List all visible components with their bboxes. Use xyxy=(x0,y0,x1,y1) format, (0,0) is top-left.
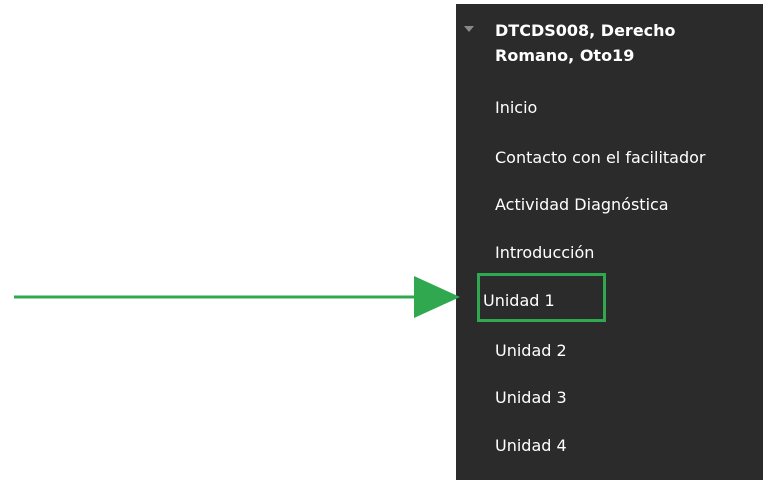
menu-item-inicio[interactable]: Inicio xyxy=(495,95,537,121)
course-menu: DTCDS008, Derecho Romano, Oto19 Inicio C… xyxy=(456,4,763,480)
arrow-head-icon xyxy=(414,276,460,318)
course-title[interactable]: DTCDS008, Derecho Romano, Oto19 xyxy=(495,18,745,68)
menu-item-contacto[interactable]: Contacto con el facilitador xyxy=(495,145,705,171)
screenshot-stage: DTCDS008, Derecho Romano, Oto19 Inicio C… xyxy=(0,0,763,480)
triangle-down-icon[interactable] xyxy=(464,26,474,32)
menu-item-unidad-4[interactable]: Unidad 4 xyxy=(495,433,567,459)
menu-item-unidad-3[interactable]: Unidad 3 xyxy=(495,385,567,411)
menu-item-unidad-2[interactable]: Unidad 2 xyxy=(495,338,567,364)
menu-item-actividad-diagnostica[interactable]: Actividad Diagnóstica xyxy=(495,192,669,218)
highlight-box xyxy=(477,273,606,322)
course-menu-header: DTCDS008, Derecho Romano, Oto19 xyxy=(456,18,763,74)
menu-item-introduccion[interactable]: Introducción xyxy=(495,240,594,266)
